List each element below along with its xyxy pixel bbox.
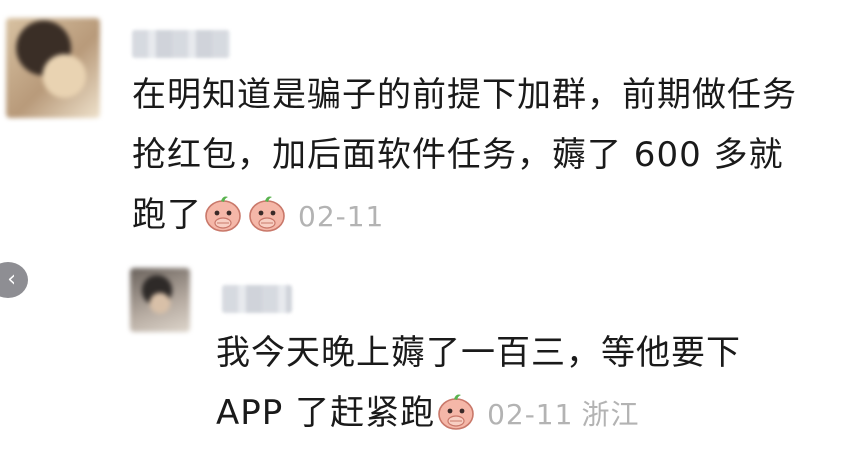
comment-date: 02-11 <box>298 200 385 233</box>
comment-text-line-2: 抢红包，加后面软件任务，薅了 600 多就 <box>132 135 784 175</box>
comment-text-line-3: 跑了 <box>132 195 202 235</box>
reply-location: 浙江 <box>581 398 640 431</box>
peach-cover-mouth-icon <box>205 196 241 232</box>
reply-text-line-2-wrapper: APP 了赶紧跑 02-11 浙江 <box>216 384 639 444</box>
chevron-left-icon: ‹ <box>7 267 16 292</box>
reply-text-line-2: APP 了赶紧跑 <box>216 393 436 433</box>
comment-text-line-3-wrapper: 跑了 02-11 <box>132 186 384 246</box>
reply-date: 02-11 <box>487 398 574 431</box>
reply-text-line-1: 我今天晚上薅了一百三，等他要下 <box>216 333 741 373</box>
username-blurred[interactable] <box>222 285 292 313</box>
avatar[interactable] <box>6 18 100 118</box>
username-blurred[interactable] <box>132 30 230 58</box>
peach-cover-mouth-icon <box>438 394 474 430</box>
collapse-button[interactable]: ‹ <box>0 262 28 298</box>
avatar[interactable] <box>130 268 190 332</box>
comment-text-line-1: 在明知道是骗子的前提下加群，前期做任务 <box>132 75 797 115</box>
peach-cover-mouth-icon <box>249 196 285 232</box>
